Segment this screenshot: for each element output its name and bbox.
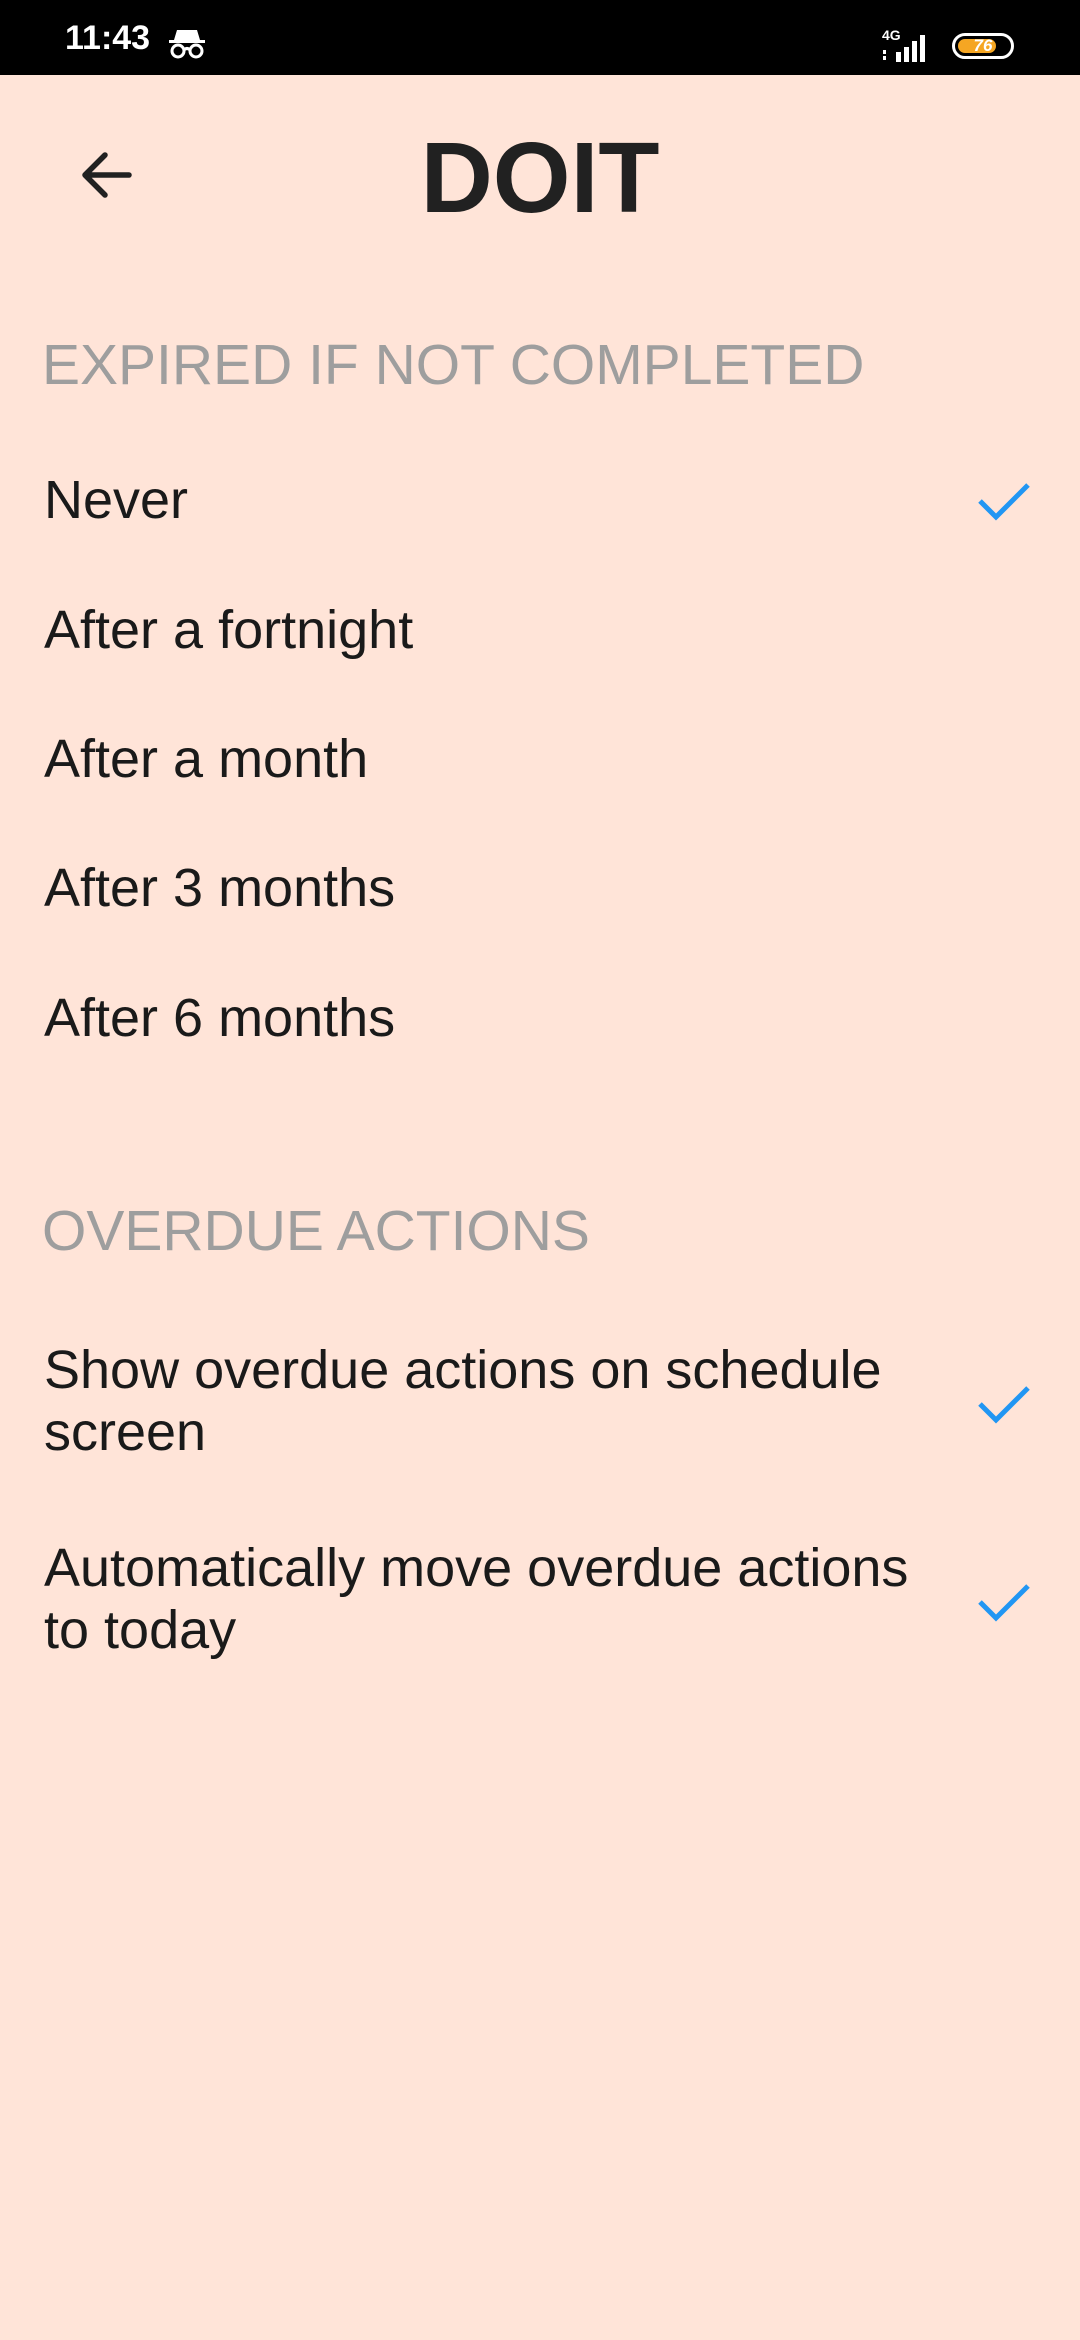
status-bar: 11:43 4G 76: [0, 0, 1080, 75]
option-label: Show overdue actions on schedule screen: [44, 1340, 882, 1462]
option-label: After 6 months: [44, 988, 396, 1048]
app-bar: DOIT: [0, 75, 1080, 275]
option-auto-move-overdue[interactable]: Automatically move overdue actions to to…: [0, 1532, 1080, 1672]
option-label: After 3 months: [44, 858, 396, 918]
option-label: After a month: [44, 729, 369, 789]
check-icon: [978, 483, 1030, 521]
battery-level: 76: [973, 36, 993, 55]
option-after-a-fortnight[interactable]: After a fortnight: [0, 585, 1080, 675]
option-show-overdue[interactable]: Show overdue actions on schedule screen: [0, 1334, 1080, 1474]
signal-icon: [883, 35, 925, 62]
section-header-overdue: OVERDUE ACTIONS: [42, 1199, 590, 1263]
check-icon: [978, 1386, 1030, 1424]
option-label: After a fortnight: [44, 600, 414, 660]
section-header-expired: EXPIRED IF NOT COMPLETED: [42, 333, 865, 397]
option-never[interactable]: Never: [0, 455, 1080, 545]
option-label: Automatically move overdue actions to to…: [44, 1538, 909, 1660]
option-after-6-months[interactable]: After 6 months: [0, 973, 1080, 1063]
battery-icon: 76: [952, 33, 1014, 59]
option-after-a-month[interactable]: After a month: [0, 714, 1080, 804]
status-time: 11:43: [65, 19, 151, 57]
page-title: DOIT: [420, 122, 660, 234]
option-label: Never: [44, 470, 189, 530]
option-after-3-months[interactable]: After 3 months: [0, 843, 1080, 933]
incognito-icon: [169, 30, 205, 59]
check-icon: [978, 1584, 1030, 1622]
